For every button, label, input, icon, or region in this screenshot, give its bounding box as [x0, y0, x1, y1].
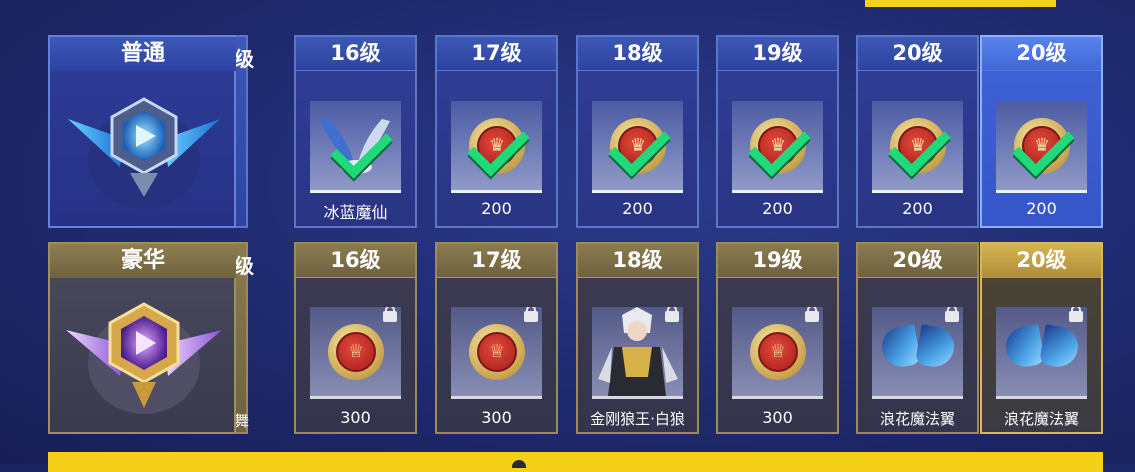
- bottom-action-bar[interactable]: [48, 452, 1103, 472]
- deluxe-reward-card[interactable]: 17级 ♕ 300: [435, 242, 558, 434]
- reward-label: 冰蓝魔仙: [323, 203, 388, 222]
- peek-card-deluxe-15[interactable]: 级 舞: [234, 242, 254, 434]
- lock-icon: [524, 307, 538, 322]
- reward-thumb: ♛: [592, 101, 683, 193]
- deluxe-reward-card-selected[interactable]: 20级 浪花魔法翼: [980, 242, 1103, 434]
- wings-icon: [1002, 324, 1082, 370]
- wings-icon: [878, 324, 958, 370]
- claimed-check-icon: [608, 114, 671, 177]
- reward-label: 300: [340, 408, 371, 427]
- level-label: 20级: [858, 37, 977, 71]
- level-label: 17级: [437, 37, 556, 71]
- claimed-check-icon: [1012, 114, 1075, 177]
- deluxe-tier-label: 豪华: [50, 244, 236, 278]
- trophy-coin-icon: ♕: [750, 324, 806, 380]
- deluxe-reward-card[interactable]: 19级 ♕ 300: [716, 242, 839, 434]
- reward-thumb: [310, 101, 401, 193]
- normal-tier-panel[interactable]: 普通: [48, 35, 236, 228]
- normal-reward-card[interactable]: 19级 ♛ 200: [716, 35, 839, 228]
- deluxe-rank-badge-icon: [66, 302, 222, 414]
- peek-level-text: 级: [234, 47, 254, 71]
- reward-label: 金刚狼王·白狼: [590, 410, 685, 428]
- normal-reward-card-selected[interactable]: 20级 ♛ 200: [980, 35, 1103, 228]
- claimed-check-icon: [748, 114, 811, 177]
- normal-reward-card[interactable]: 20级 ♛ 200: [856, 35, 979, 228]
- peek-reward-text: 舞: [234, 412, 250, 430]
- lock-icon: [1069, 307, 1083, 322]
- lock-icon: [383, 307, 397, 322]
- level-label: 19级: [718, 37, 837, 71]
- reward-thumb: [872, 307, 963, 399]
- reward-thumb: ♛: [996, 101, 1087, 193]
- reward-label: 200: [762, 199, 793, 218]
- deluxe-reward-card[interactable]: 18级 金刚狼王·白狼: [576, 242, 699, 434]
- bar-handle-icon: [512, 460, 526, 468]
- reward-label: 200: [481, 199, 512, 218]
- reward-label: 200: [1026, 199, 1057, 218]
- reward-label: 200: [622, 199, 653, 218]
- level-label: 18级: [578, 37, 697, 71]
- reward-thumb: ♛: [732, 101, 823, 193]
- level-label: 16级: [296, 244, 415, 278]
- claimed-check-icon: [888, 114, 951, 177]
- reward-thumb: ♕: [451, 307, 542, 399]
- normal-reward-card[interactable]: 18级 ♛ 200: [576, 35, 699, 228]
- reward-label: 浪花魔法翼: [1003, 410, 1079, 428]
- normal-reward-card[interactable]: 16级 冰蓝魔仙: [294, 35, 417, 228]
- reward-label: 300: [762, 408, 793, 427]
- claimed-check-icon: [467, 114, 530, 177]
- reward-label: 浪花魔法翼: [879, 410, 955, 428]
- level-label: 20级: [982, 244, 1101, 278]
- normal-tier-label: 普通: [50, 37, 236, 71]
- level-label: 20级: [858, 244, 977, 278]
- level-label: 20级: [982, 37, 1101, 71]
- reward-label: 200: [902, 199, 933, 218]
- reward-thumb: ♕: [732, 307, 823, 399]
- reward-thumb: ♛: [872, 101, 963, 193]
- deluxe-tier-panel[interactable]: 豪华: [48, 242, 236, 434]
- lock-icon: [945, 307, 959, 322]
- trophy-coin-icon: ♕: [469, 324, 525, 380]
- level-label: 17级: [437, 244, 556, 278]
- reward-thumb: [996, 307, 1087, 399]
- normal-reward-card[interactable]: 17级 ♛ 200: [435, 35, 558, 228]
- deluxe-reward-card[interactable]: 20级 浪花魔法翼: [856, 242, 979, 434]
- lock-icon: [805, 307, 819, 322]
- top-yellow-bar: [865, 0, 1056, 7]
- trophy-coin-icon: ♕: [328, 324, 384, 380]
- level-label: 16级: [296, 37, 415, 71]
- level-label: 19级: [718, 244, 837, 278]
- reward-thumb: [592, 307, 683, 399]
- level-label: 18级: [578, 244, 697, 278]
- deluxe-reward-card[interactable]: 16级 ♕ 300: [294, 242, 417, 434]
- normal-rank-badge-icon: [68, 97, 220, 209]
- lock-icon: [665, 307, 679, 322]
- peek-card-normal-15[interactable]: 级: [234, 35, 254, 228]
- reward-thumb: ♕: [310, 307, 401, 399]
- reward-label: 300: [481, 408, 512, 427]
- peek-level-text: 级: [234, 254, 254, 278]
- reward-thumb: ♛: [451, 101, 542, 193]
